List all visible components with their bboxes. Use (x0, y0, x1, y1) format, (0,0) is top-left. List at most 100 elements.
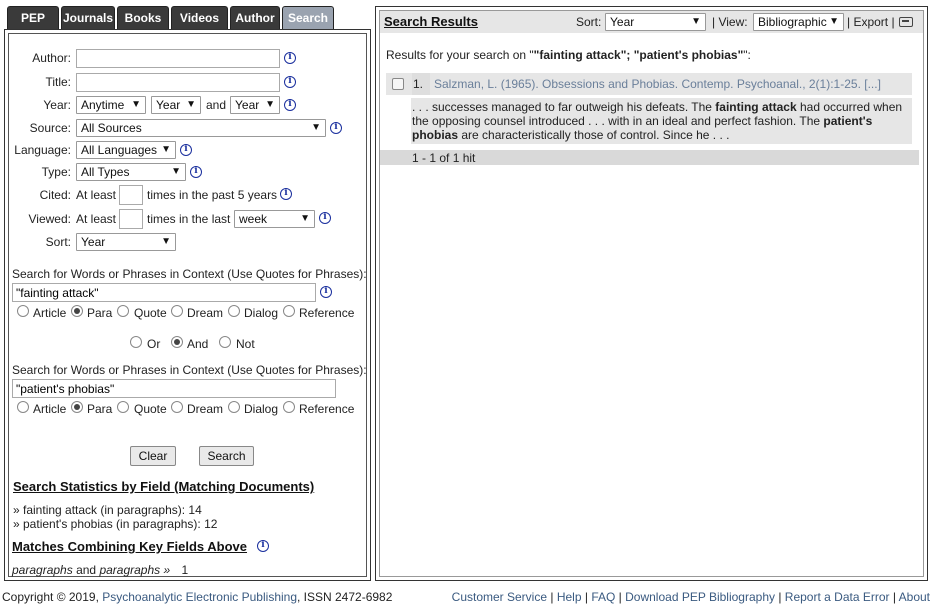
tab-author[interactable]: Author (230, 6, 280, 29)
sort-select[interactable]: Year ▼ (76, 233, 176, 251)
type-label: Type: (41, 165, 71, 179)
bool-or-radio[interactable] (130, 336, 142, 348)
scope1-reference-label: Reference (299, 306, 355, 320)
scope2-dream-radio[interactable] (171, 401, 183, 413)
language-info-icon[interactable]: i (180, 144, 192, 156)
cited-suffix: times in the past 5 years (147, 188, 278, 202)
combo-right[interactable]: paragraphs » (99, 563, 170, 577)
issn-text: , ISSN 2472-6982 (297, 590, 393, 604)
chevron-down-icon: ▼ (171, 166, 181, 177)
cited-count-input[interactable] (119, 185, 143, 205)
help-link[interactable]: Help (557, 590, 582, 604)
hits-count: 1 - 1 of 1 hit (412, 151, 476, 165)
title-input[interactable] (76, 73, 280, 92)
results-view-select[interactable]: Bibliographic ▼ (753, 13, 844, 31)
cited-info-icon[interactable]: i (280, 188, 292, 200)
scope2-article-radio[interactable] (17, 401, 29, 413)
snippet-part: . . . successes managed to far outweigh … (412, 100, 716, 114)
copyright-text: Copyright © 2019, (2, 590, 103, 604)
author-info-icon[interactable]: i (284, 52, 296, 64)
results-sort-label: Sort: (576, 15, 602, 29)
result-checkbox[interactable] (392, 78, 404, 90)
viewed-period-select[interactable]: week ▼ (234, 210, 315, 228)
chevron-down-icon: ▼ (186, 99, 196, 110)
results-panel: Search Results Sort: Year ▼ | View: Bibli… (375, 6, 928, 581)
export-link[interactable]: | Export | (847, 15, 895, 29)
customer-service-link[interactable]: Customer Service (452, 590, 547, 604)
tab-videos[interactable]: Videos (171, 6, 228, 29)
type-select[interactable]: All Types ▼ (76, 163, 186, 181)
summary-query: "fainting attack"; "patient's phobias" (533, 48, 744, 62)
about-link[interactable]: About (899, 590, 930, 604)
scope1-article-radio[interactable] (17, 305, 29, 317)
combo-line: paragraphs and paragraphs » 1 (12, 563, 188, 577)
stats-line: » patient's phobias (in paragraphs): 12 (13, 517, 218, 531)
publisher-link[interactable]: Psychoanalytic Electronic Publishing (102, 590, 297, 604)
bool-not-radio[interactable] (219, 336, 231, 348)
viewed-count-input[interactable] (119, 209, 143, 229)
results-inner: Search Results Sort: Year ▼ | View: Bibli… (379, 10, 924, 577)
source-select[interactable]: All Sources ▼ (76, 119, 326, 137)
tab-books[interactable]: Books (117, 6, 169, 29)
chevron-down-icon: ▼ (161, 144, 171, 155)
year-to-value: Year (235, 98, 260, 112)
type-info-icon[interactable]: i (190, 166, 202, 178)
clear-button[interactable]: Clear (130, 446, 176, 466)
scope2-dream-label: Dream (187, 402, 224, 416)
results-view-value: Bibliographic (758, 15, 827, 29)
scope2-dialog-radio[interactable] (228, 401, 240, 413)
scope2-quote-radio[interactable] (117, 401, 129, 413)
bool-and-radio[interactable] (171, 336, 183, 348)
viewed-info-icon[interactable]: i (319, 212, 331, 224)
result-snippet: . . . successes managed to far outweigh … (412, 100, 908, 142)
viewed-label: Viewed: (28, 212, 71, 226)
scope2-para-radio[interactable] (71, 401, 83, 413)
scope1-dialog-radio[interactable] (228, 305, 240, 317)
tab-search[interactable]: Search (282, 6, 334, 29)
scope2-quote-label: Quote (134, 402, 167, 416)
context1-label: Search for Words or Phrases in Context (… (12, 267, 367, 281)
scope2-para-label: Para (87, 402, 113, 416)
sort-label: Sort: (45, 235, 71, 249)
tab-pep[interactable]: PEP (7, 6, 59, 29)
bool-and-label: And (187, 337, 209, 351)
hits-bar: 1 - 1 of 1 hit (380, 150, 919, 165)
title-info-icon[interactable]: i (284, 76, 296, 88)
search-button[interactable]: Search (199, 446, 254, 466)
scope1-dream-radio[interactable] (171, 305, 183, 317)
scope1-reference-radio[interactable] (283, 305, 295, 317)
author-input[interactable] (76, 49, 280, 68)
print-icon[interactable] (899, 17, 913, 27)
bool-not-label: Not (236, 337, 255, 351)
year-to-select[interactable]: Year ▼ (230, 96, 280, 114)
result-citation-link[interactable]: Salzman, L. (1965). Obsessions and Phobi… (434, 77, 881, 91)
scope1-para-radio[interactable] (71, 305, 83, 317)
year-mode-select[interactable]: Anytime ▼ (76, 96, 146, 114)
scope1-quote-radio[interactable] (117, 305, 129, 317)
results-title[interactable]: Search Results (384, 14, 478, 29)
context2-input[interactable] (12, 379, 336, 398)
stats-heading[interactable]: Search Statistics by Field (Matching Doc… (13, 479, 314, 494)
faq-link[interactable]: FAQ (591, 590, 615, 604)
combo-heading[interactable]: Matches Combining Key Fields Above (12, 539, 247, 554)
year-label: Year: (43, 98, 71, 112)
scope2-article-label: Article (33, 402, 67, 416)
results-sort-select[interactable]: Year ▼ (605, 13, 706, 31)
snippet-highlight: fainting attack (715, 100, 797, 114)
scope1-dialog-label: Dialog (244, 306, 279, 320)
year-info-icon[interactable]: i (284, 99, 296, 111)
tab-journals[interactable]: Journals (61, 6, 115, 29)
scope1-quote-label: Quote (134, 306, 167, 320)
download-bibliography-link[interactable]: Download PEP Bibliography (625, 590, 775, 604)
context1-input[interactable] (12, 283, 316, 302)
language-select[interactable]: All Languages ▼ (76, 141, 176, 159)
results-view-label: | View: (712, 15, 748, 29)
year-from-select[interactable]: Year ▼ (151, 96, 201, 114)
combo-count: 1 (181, 563, 189, 577)
combo-info-icon[interactable]: i (257, 540, 269, 552)
context1-info-icon[interactable]: i (320, 286, 332, 298)
author-label: Author: (32, 51, 71, 65)
report-error-link[interactable]: Report a Data Error (785, 590, 890, 604)
source-info-icon[interactable]: i (330, 122, 342, 134)
scope2-reference-radio[interactable] (283, 401, 295, 413)
